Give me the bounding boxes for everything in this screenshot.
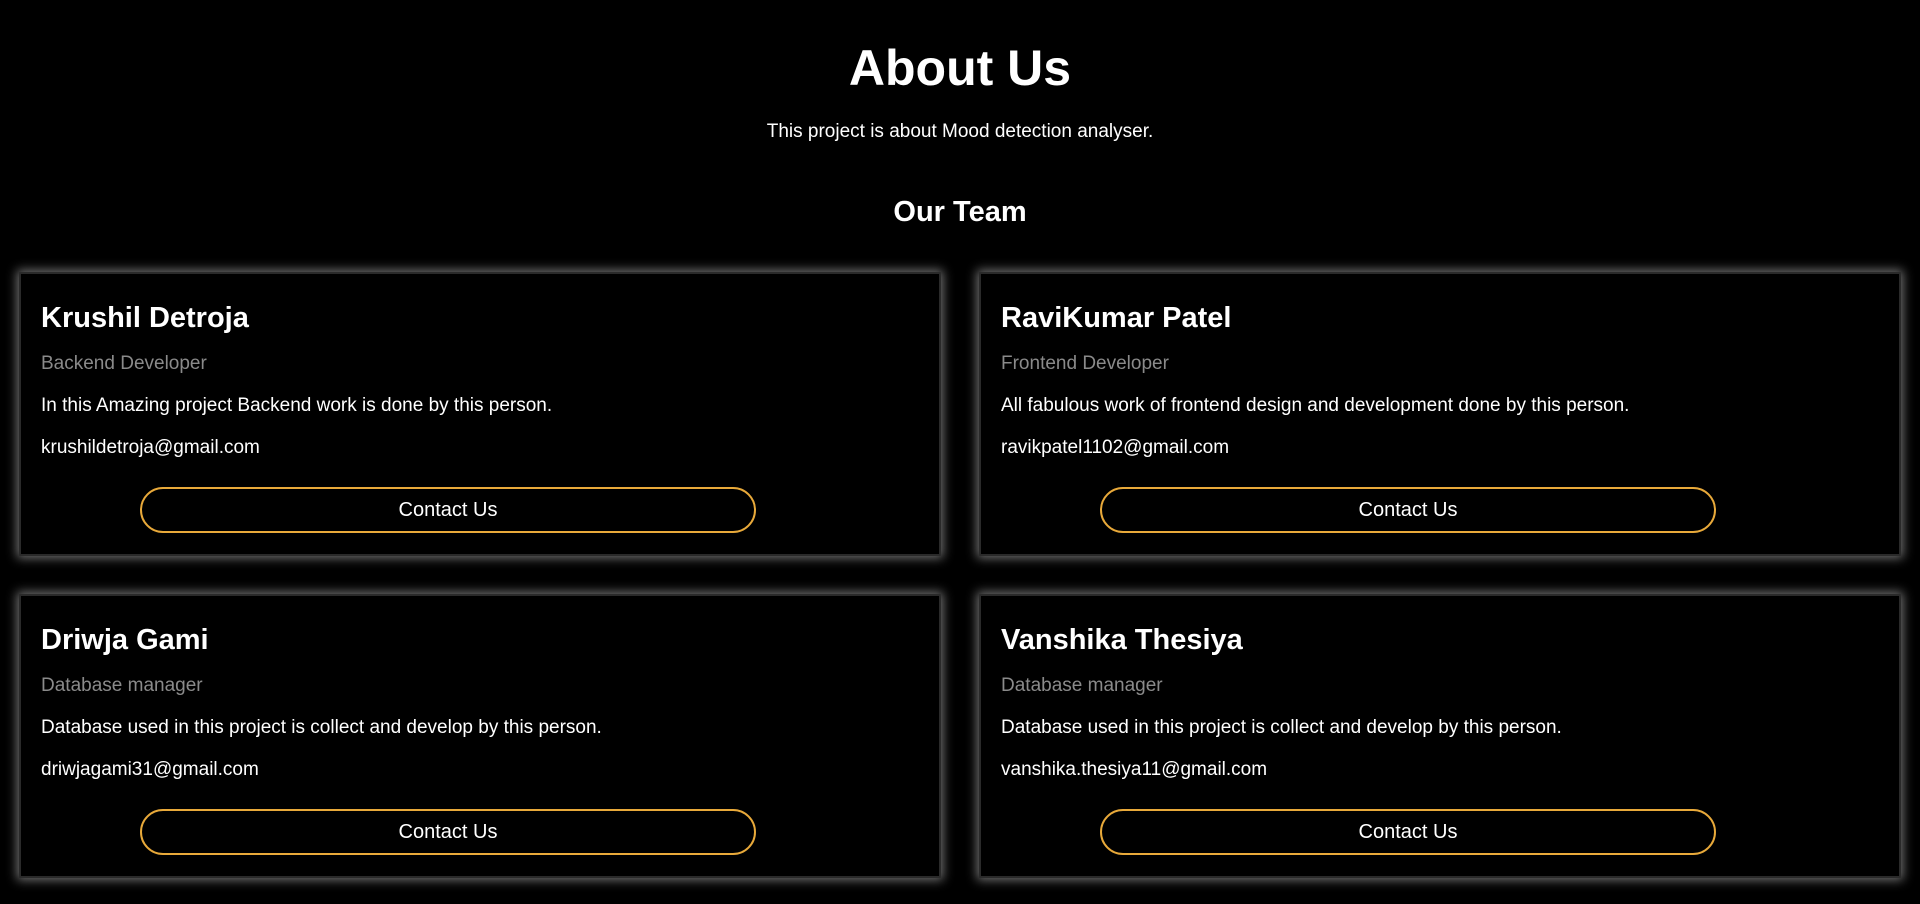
member-email: krushildetroja@gmail.com <box>41 437 260 458</box>
member-role: Backend Developer <box>41 353 207 374</box>
team-card-krushil: Krushil Detroja Backend Developer In thi… <box>19 272 941 556</box>
hero-section: About Us This project is about Mood dete… <box>0 0 1920 144</box>
member-description: Database used in this project is collect… <box>41 717 602 738</box>
member-description: Database used in this project is collect… <box>1001 717 1562 738</box>
team-card-vanshika: Vanshika Thesiya Database manager Databa… <box>979 594 1901 878</box>
page-title: About Us <box>848 40 1072 96</box>
member-name: Vanshika Thesiya <box>1001 624 1243 656</box>
team-card-ravikumar: RaviKumar Patel Frontend Developer All f… <box>979 272 1901 556</box>
team-grid: Krushil Detroja Backend Developer In thi… <box>19 272 1901 878</box>
contact-us-button[interactable]: Contact Us <box>1100 487 1716 533</box>
member-email: vanshika.thesiya11@gmail.com <box>1001 759 1268 780</box>
contact-us-button[interactable]: Contact Us <box>1100 809 1716 855</box>
member-name: Driwja Gami <box>41 624 209 656</box>
member-role: Database manager <box>41 675 203 696</box>
member-description: In this Amazing project Backend work is … <box>41 395 553 416</box>
page-subtitle: This project is about Mood detection ana… <box>766 121 1154 142</box>
member-description: All fabulous work of frontend design and… <box>1001 395 1630 416</box>
contact-us-button[interactable]: Contact Us <box>140 487 756 533</box>
member-role: Frontend Developer <box>1001 353 1169 374</box>
member-email: driwjagami31@gmail.com <box>41 759 259 780</box>
contact-us-button[interactable]: Contact Us <box>140 809 756 855</box>
member-name: Krushil Detroja <box>41 302 249 334</box>
member-role: Database manager <box>1001 675 1163 696</box>
team-heading: Our Team <box>893 196 1027 228</box>
about-page: About Us This project is about Mood dete… <box>0 0 1920 904</box>
member-name: RaviKumar Patel <box>1001 302 1232 334</box>
member-email: ravikpatel1102@gmail.com <box>1001 437 1230 458</box>
team-card-driwja: Driwja Gami Database manager Database us… <box>19 594 941 878</box>
